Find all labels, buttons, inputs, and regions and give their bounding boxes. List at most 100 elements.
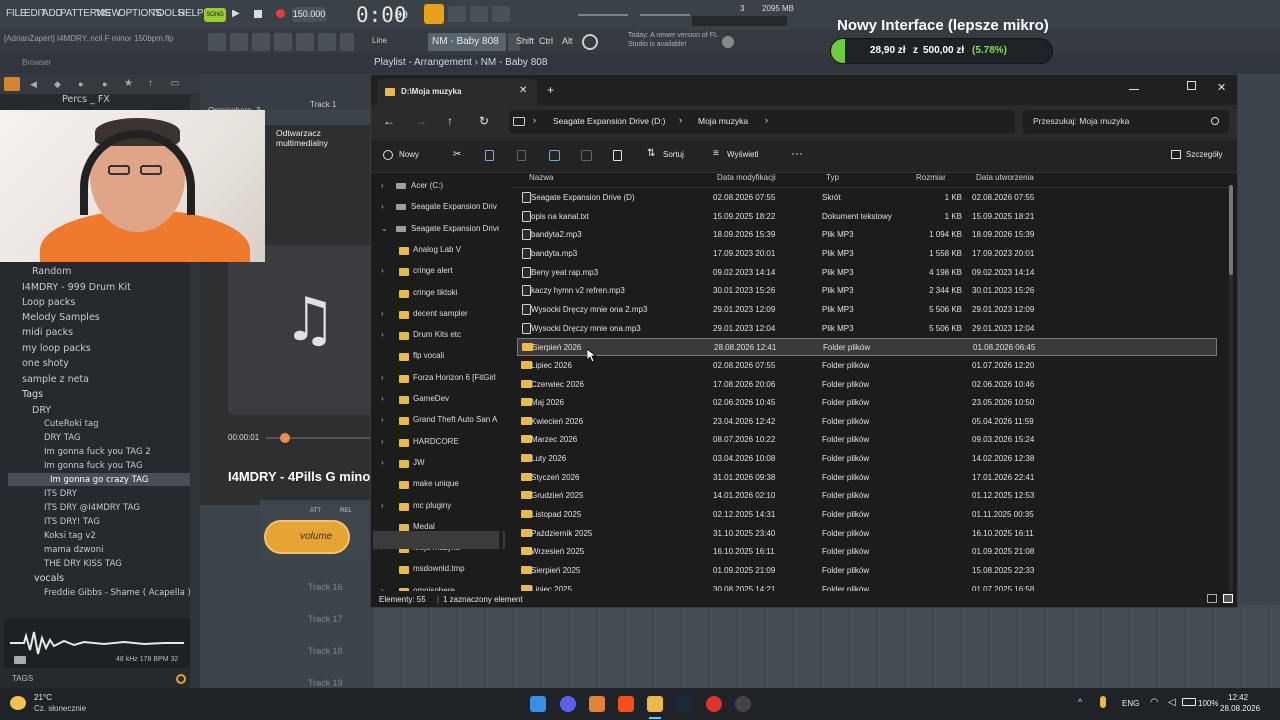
pin-icon[interactable]: ↑: [148, 78, 153, 89]
clock-time[interactable]: 12:42: [1228, 693, 1248, 702]
column-modified[interactable]: Data modyfikacji: [717, 173, 776, 182]
tab-close-icon[interactable]: ✕: [519, 85, 527, 96]
browser-item[interactable]: Im gonna fuck you TAG 2: [44, 447, 151, 457]
nav-item[interactable]: JW: [413, 458, 425, 467]
file-row[interactable]: bandyta.mp3 17.09.2023 20:01 Plik MP3 1 558…: [517, 245, 1217, 263]
file-row[interactable]: kaczy hymn v2 refren.mp3 30.01.2023 15:26…: [517, 282, 1217, 300]
file-row[interactable]: Seagate Expansion Drive (D) 02.08.2026 07…: [517, 189, 1217, 207]
file-row[interactable]: Wysocki Dręczy mnie ona 2.mp3 29.01.2023 …: [517, 301, 1217, 319]
snap-icon[interactable]: [208, 33, 226, 51]
gear-icon[interactable]: [722, 36, 734, 48]
up-icon[interactable]: ↑: [447, 114, 453, 128]
nav-expand-chevron-icon[interactable]: ›: [381, 458, 384, 467]
nav-expand-chevron-icon[interactable]: ⌄: [381, 224, 388, 233]
menu-help[interactable]: HELP: [178, 8, 204, 19]
volume-icon[interactable]: ◁: [1168, 697, 1176, 708]
back-arrow-icon[interactable]: ◀: [30, 79, 37, 90]
file-row[interactable]: Marzec 2026 08.07.2026 10:22 Folder plików…: [517, 431, 1217, 449]
nav-expand-chevron-icon[interactable]: ›: [381, 394, 384, 403]
tray-arrow-icon[interactable]: ^: [1078, 697, 1082, 707]
weather-desc[interactable]: Cz. słonecznie: [34, 704, 86, 713]
nav-item[interactable]: mc pluginy: [413, 501, 451, 510]
file-row[interactable]: Czerwiec 2026 17.08.2026 20:06 Folder plik…: [517, 376, 1217, 394]
nav-item[interactable]: make unique: [413, 479, 459, 488]
paste-icon[interactable]: [517, 150, 526, 161]
browser-item[interactable]: CuteRoki tag: [44, 419, 99, 429]
pattern-selector[interactable]: NM - Baby 808: [428, 33, 506, 51]
nav-item[interactable]: Analog Lab V: [413, 245, 461, 254]
browser-item-vocals[interactable]: vocals: [34, 573, 64, 584]
more-options-icon[interactable]: ···: [791, 146, 803, 160]
nav-expand-chevron-icon[interactable]: ›: [381, 373, 384, 382]
star-icon[interactable]: ★: [124, 78, 133, 89]
files-scrollbar[interactable]: [1229, 185, 1233, 595]
battery-icon[interactable]: [1182, 698, 1196, 706]
rename-icon[interactable]: [549, 150, 560, 161]
nav-expand-chevron-icon[interactable]: ›: [381, 415, 384, 424]
browser-item[interactable]: Im gonna fuck you TAG: [44, 461, 143, 471]
breadcrumb-drive[interactable]: Seagate Expansion Drive (D:): [553, 116, 665, 126]
file-row[interactable]: opis na kanal.txt 15.09.2025 18:22 Dokumen…: [517, 208, 1217, 226]
file-row[interactable]: Sierpień 2025 01.09.2025 21:09 Folder plik…: [517, 562, 1217, 580]
file-row[interactable]: Beny yeat rap.mp3 09.02.2023 14:14 Plik MP…: [517, 264, 1217, 282]
clock-date[interactable]: 28.08.2026: [1220, 704, 1260, 713]
browser-item[interactable]: Melody Samples: [22, 312, 100, 323]
browser-item[interactable]: ITS DRY: [44, 489, 77, 499]
file-row[interactable]: Grudzień 2025 14.01.2026 02:10 Folder plik…: [517, 487, 1217, 505]
new-button[interactable]: Nowy: [399, 150, 419, 159]
step-edit-icon[interactable]: [448, 6, 466, 22]
steam-icon[interactable]: [676, 696, 692, 712]
wifi-icon[interactable]: ◠: [1150, 697, 1159, 708]
master-volume-slider[interactable]: [640, 14, 690, 16]
browser-item[interactable]: I4MDRY - 999 Drum Kit: [22, 282, 131, 293]
start-icon[interactable]: [530, 696, 546, 712]
nav-item[interactable]: Drum Kits etc: [413, 330, 461, 339]
weather-temp[interactable]: 21°C: [34, 693, 52, 702]
maximize-icon[interactable]: [1187, 81, 1196, 90]
pattern-mode-icon[interactable]: [424, 4, 444, 24]
column-name[interactable]: Nazwa: [529, 173, 553, 182]
nav-item[interactable]: msdownld.tmp: [413, 564, 465, 573]
view-button[interactable]: Wyświetl: [727, 150, 758, 159]
channel-rack-icon[interactable]: [274, 33, 292, 51]
mic-tray-icon[interactable]: [1100, 696, 1106, 708]
playlist-grid[interactable]: [372, 605, 1280, 700]
tempo-field[interactable]: 150.000: [292, 7, 326, 22]
file-row[interactable]: Styczeń 2026 31.01.2026 09:38 Folder plikó…: [517, 469, 1217, 487]
nav-item[interactable]: Forza Horizon 6 [FitGirl: [413, 373, 496, 382]
file-row[interactable]: Maj 2026 02.06.2026 10:45 Folder plików 23.…: [517, 394, 1217, 412]
file-row[interactable]: Sierpień 2026 28.08.2026 12:41 Folder plik…: [517, 338, 1217, 357]
volume-knob[interactable]: volume: [264, 520, 350, 554]
browser-item-percs[interactable]: Percs _ FX: [62, 94, 110, 105]
song-mode-badge[interactable]: SONG: [204, 8, 226, 22]
search-field[interactable]: Przeszukaj: Moja muzyka: [1023, 110, 1229, 134]
column-type[interactable]: Typ: [826, 173, 839, 182]
browser-add-icon[interactable]: [4, 77, 20, 91]
forward-icon[interactable]: →: [415, 114, 427, 128]
browser-item[interactable]: Freddie Gibbs - Shame ( Acapella ): [44, 588, 191, 598]
browser-item[interactable]: DRY TAG: [44, 433, 81, 443]
window-close-icon[interactable]: ✕: [1217, 81, 1226, 94]
sidebar-toggle-icon[interactable]: ▭: [170, 78, 179, 89]
browser-item[interactable]: my loop packs: [22, 343, 91, 354]
seek-thumb[interactable]: [280, 433, 290, 443]
browser-item[interactable]: THE DRY KISS TAG: [44, 559, 122, 569]
nav-expand-chevron-icon[interactable]: ›: [381, 309, 384, 318]
browser-item[interactable]: sample z neta: [22, 374, 89, 385]
snap-line-label[interactable]: Line: [372, 36, 387, 45]
weather-icon[interactable]: [10, 696, 26, 710]
nav-expand-chevron-icon[interactable]: ›: [381, 202, 384, 211]
scroll-thumb[interactable]: [1229, 185, 1233, 275]
wait-icon[interactable]: [470, 6, 488, 22]
metronome-icon[interactable]: [492, 6, 510, 22]
nav-item[interactable]: Seagate Expansion Driv: [411, 202, 497, 211]
master-pitch-slider[interactable]: [578, 14, 628, 16]
explorer-tab[interactable]: D:\Moja muzyka ✕: [377, 79, 537, 105]
cut-icon[interactable]: ✂: [453, 149, 461, 160]
nav-item[interactable]: decent sampler: [413, 309, 468, 318]
update-message[interactable]: Today: A newer version of FL Studio is a…: [628, 31, 723, 49]
search-icon[interactable]: [176, 674, 186, 684]
nav-expand-chevron-icon[interactable]: ›: [381, 330, 384, 339]
file-row[interactable]: bandyta2.mp3 18.09.2026 15:39 Plik MP3 1 09…: [517, 226, 1217, 244]
mic-icon[interactable]: [340, 33, 354, 51]
